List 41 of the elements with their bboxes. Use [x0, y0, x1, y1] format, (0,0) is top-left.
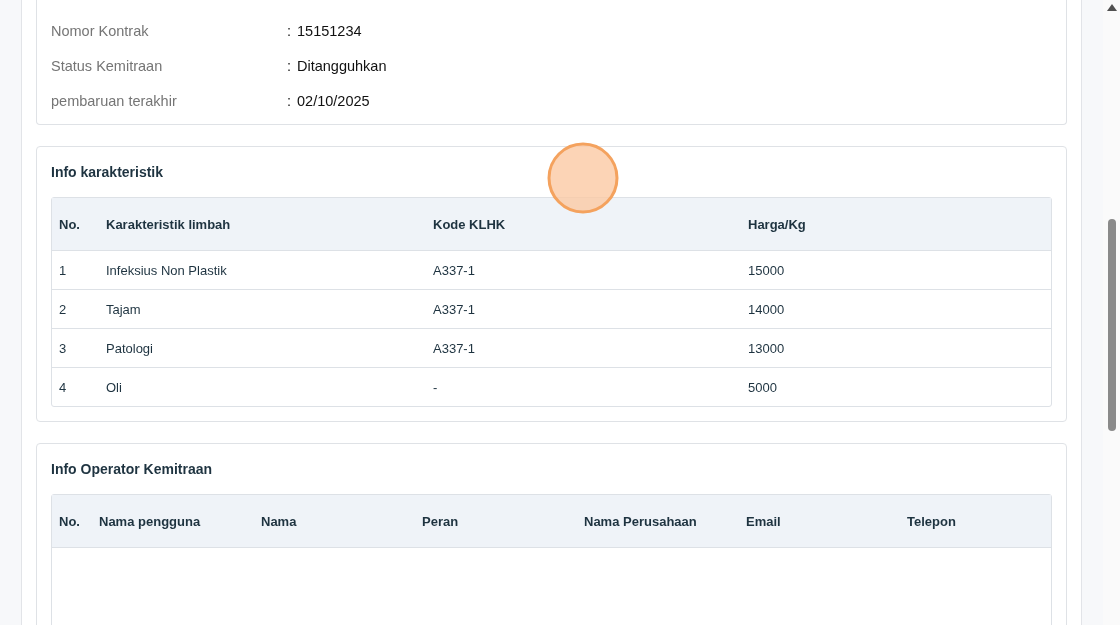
separator: :	[287, 57, 293, 74]
table-cell-text: Patologi	[105, 340, 154, 356]
table-cell-text: A337-1	[432, 340, 476, 356]
table-cell-text: -	[432, 379, 439, 395]
table-cell-text: 4	[58, 379, 68, 395]
column-header: Peran	[421, 513, 460, 529]
column-header: Kode KLHK	[432, 216, 507, 232]
field-label: Status Kemitraan	[51, 57, 164, 74]
table-cell-text: 13000	[747, 340, 786, 356]
section-title: Info karakteristik	[51, 164, 165, 180]
separator: :	[287, 92, 293, 109]
table-cell-text: A337-1	[432, 301, 476, 317]
table-cell-text: Tajam	[105, 301, 142, 317]
table-cell-text: 14000	[747, 301, 786, 317]
field-label: pembaruan terakhir	[51, 92, 178, 109]
field-label: Nomor Kontrak	[51, 22, 150, 39]
table-cell-text: 3	[58, 340, 68, 356]
table-cell-text: 2	[58, 301, 68, 317]
section-title: Info Operator Kemitraan	[51, 461, 214, 477]
column-header: Nama pengguna	[98, 513, 202, 529]
scroll-thumb[interactable]	[1108, 219, 1116, 431]
field-value: 02/10/2025	[297, 92, 370, 109]
column-header: No.	[58, 513, 81, 529]
column-header: Karakteristik limbah	[105, 216, 232, 232]
column-header: Nama Perusahaan	[583, 513, 698, 529]
column-header: Telepon	[906, 513, 957, 529]
table-cell-text: 1	[58, 262, 68, 278]
table-cell-text: 15000	[747, 262, 786, 278]
click-indicator	[547, 142, 619, 214]
column-header: Nama	[260, 513, 298, 529]
column-header: Harga/Kg	[747, 216, 807, 232]
table-cell-text: Oli	[105, 379, 123, 395]
table-cell-text: Infeksius Non Plastik	[105, 262, 228, 278]
column-header: No.	[58, 216, 81, 232]
scroll-up-icon[interactable]	[1107, 4, 1117, 11]
field-value: 15151234	[297, 22, 362, 39]
table-cell-text: 5000	[747, 379, 778, 395]
table-cell-text: A337-1	[432, 262, 476, 278]
separator: :	[287, 22, 293, 39]
field-value: Ditangguhkan	[297, 57, 387, 74]
column-header: Email	[745, 513, 782, 529]
